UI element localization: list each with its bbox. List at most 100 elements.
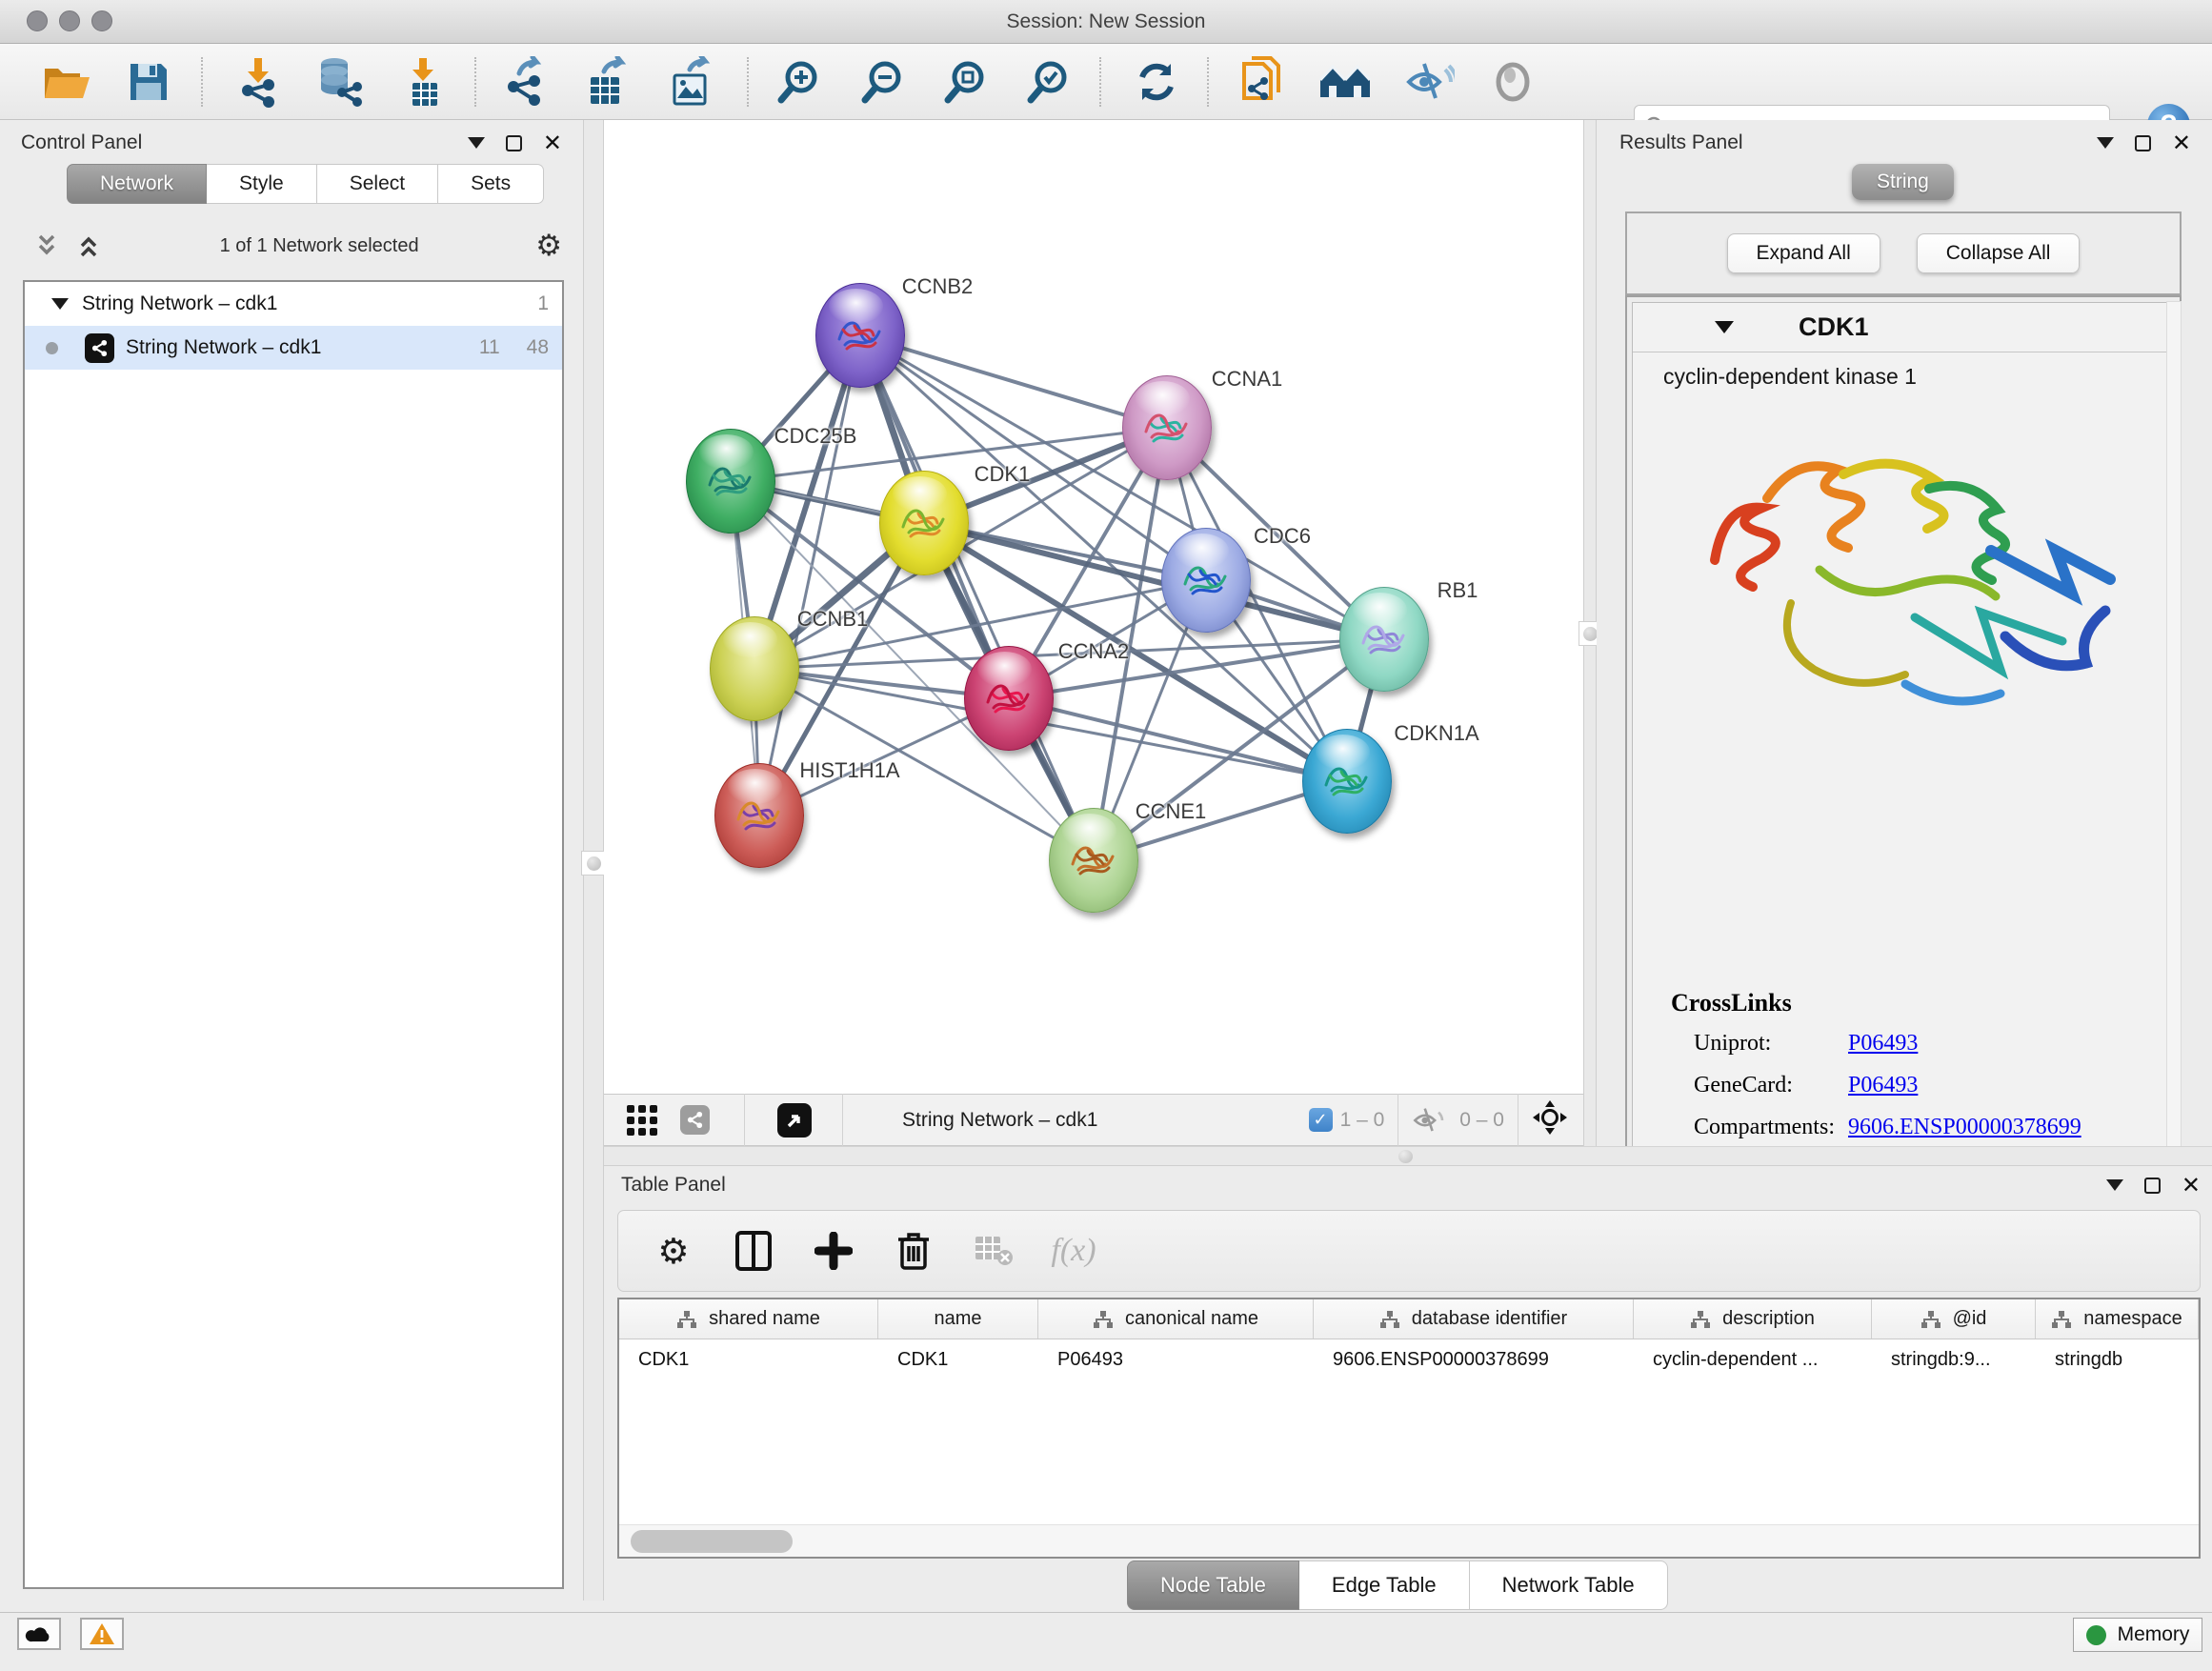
collapse-panel-icon[interactable] <box>2106 1179 2123 1191</box>
refresh-view-button[interactable] <box>1130 55 1183 109</box>
network-node-CDC6[interactable] <box>1161 528 1251 633</box>
right-splitter[interactable] <box>1583 120 1597 1146</box>
export-network-button[interactable] <box>499 55 553 109</box>
network-node-CCNB2[interactable] <box>815 283 905 388</box>
collapse-all-button[interactable]: Collapse All <box>1917 233 2081 273</box>
pan-mode-icon[interactable] <box>1532 1099 1568 1140</box>
delete-column-trash-icon[interactable] <box>893 1230 935 1272</box>
import-network-database-button[interactable] <box>312 55 365 109</box>
protein-thumbnail-CDC6 <box>1176 552 1237 613</box>
column-header-shared-name[interactable]: shared name <box>619 1299 878 1339</box>
crosslink-link[interactable]: 9606.ENSP00000378699 <box>1848 1115 2081 1140</box>
column-header--id[interactable]: @id <box>1872 1299 2036 1339</box>
network-node-CCNA1[interactable] <box>1122 375 1212 480</box>
add-column-icon[interactable] <box>813 1230 855 1272</box>
float-panel-icon[interactable] <box>2144 1178 2161 1194</box>
table-cell: CDK1 <box>878 1339 1038 1379</box>
results-scrollbar[interactable] <box>2166 301 2182 1219</box>
zoom-out-button[interactable] <box>855 55 909 109</box>
show-all-button[interactable] <box>1486 55 1539 109</box>
horizontal-splitter[interactable] <box>604 1146 2212 1166</box>
tab-network[interactable]: Network <box>67 164 207 204</box>
grid-view-icon[interactable] <box>621 1099 663 1141</box>
string-style-icon[interactable] <box>680 1105 710 1135</box>
column-header-name[interactable]: name <box>878 1299 1038 1339</box>
edge-CCNB2-CCNA1[interactable] <box>860 335 1167 428</box>
tab-node-table[interactable]: Node Table <box>1127 1560 1299 1610</box>
birds-eye-view-toggle[interactable] <box>777 1103 812 1137</box>
network-node-HIST1H1A[interactable] <box>714 763 804 868</box>
section-expander-icon[interactable] <box>1715 321 1734 333</box>
node-count: 11 <box>479 336 500 359</box>
save-session-button[interactable] <box>122 55 175 109</box>
tab-network-table[interactable]: Network Table <box>1470 1560 1668 1610</box>
memory-button[interactable]: Memory <box>2073 1618 2202 1652</box>
float-panel-icon[interactable] <box>506 135 522 151</box>
edge-CCNB2-HIST1H1A[interactable] <box>759 335 860 815</box>
tab-string[interactable]: String <box>1852 164 1954 200</box>
import-network-file-button[interactable] <box>231 55 285 109</box>
close-panel-icon[interactable]: ✕ <box>543 135 562 151</box>
crosslink-link[interactable]: P06493 <box>1848 1031 1918 1057</box>
collapse-panel-icon[interactable] <box>468 137 485 149</box>
table-horizontal-scrollbar[interactable] <box>619 1524 2199 1557</box>
crosslink-row: Uniprot:P06493 <box>1671 1031 2081 1057</box>
protein-thumbnail-CDKN1A <box>1317 753 1377 814</box>
gene-section-header[interactable]: CDK1 <box>1633 303 2174 352</box>
export-table-button[interactable] <box>581 55 634 109</box>
network-node-CDKN1A[interactable] <box>1302 729 1392 834</box>
app-window: Session: New Session <box>0 0 2212 1671</box>
node-label-CCNA1: CCNA1 <box>1212 367 1283 392</box>
network-node-CCNB1[interactable] <box>710 616 799 721</box>
network-label: String Network – cdk1 <box>126 336 321 359</box>
network-node-CCNE1[interactable] <box>1049 808 1138 913</box>
cloud-services-button[interactable] <box>17 1618 61 1650</box>
show-columns-icon[interactable] <box>733 1230 774 1272</box>
left-splitter[interactable] <box>583 120 604 1601</box>
open-session-button[interactable] <box>40 55 93 109</box>
tab-select[interactable]: Select <box>317 164 438 204</box>
results-actions-box: Expand All Collapse All <box>1625 211 2182 295</box>
network-node-CCNA2[interactable] <box>964 646 1054 751</box>
close-panel-icon[interactable]: ✕ <box>2182 1178 2201 1194</box>
float-panel-icon[interactable] <box>2135 135 2151 151</box>
left-splitter-handle[interactable] <box>581 851 606 876</box>
tree-expander-icon[interactable] <box>51 298 69 310</box>
network-node-CDC25B[interactable] <box>686 429 775 534</box>
warnings-button[interactable] <box>80 1618 124 1650</box>
network-options-gear-icon[interactable]: ⚙ <box>535 232 562 261</box>
node-label-CDC25B: CDC25B <box>774 424 857 449</box>
table-settings-gear-icon[interactable]: ⚙ <box>653 1230 694 1272</box>
column-header-description[interactable]: description <box>1634 1299 1872 1339</box>
scrollbar-thumb[interactable] <box>631 1530 793 1553</box>
network-row-selected[interactable]: String Network – cdk1 11 48 <box>25 326 562 370</box>
network-node-CDK1[interactable] <box>879 471 969 575</box>
zoom-selected-button[interactable] <box>1021 55 1075 109</box>
tab-style[interactable]: Style <box>207 164 317 204</box>
network-view-dot-icon <box>46 342 58 354</box>
export-image-button[interactable] <box>665 55 718 109</box>
new-network-from-selection-button[interactable] <box>1235 55 1288 109</box>
tab-edge-table[interactable]: Edge Table <box>1299 1560 1470 1610</box>
column-header-namespace[interactable]: namespace <box>2036 1299 2199 1339</box>
network-canvas[interactable]: CCNB2CCNA1CDC25BCDK1CDC6RB1CCNB1CCNA2CDK… <box>604 120 1583 1094</box>
collapse-panel-icon[interactable] <box>2097 137 2114 149</box>
zoom-fit-button[interactable] <box>938 55 992 109</box>
column-header-canonical-name[interactable]: canonical name <box>1038 1299 1314 1339</box>
column-header-database-identifier[interactable]: database identifier <box>1314 1299 1634 1339</box>
import-table-button[interactable] <box>396 55 450 109</box>
tab-sets[interactable]: Sets <box>438 164 544 204</box>
table-row[interactable]: CDK1CDK1P064939606.ENSP00000378699cyclin… <box>619 1339 2199 1379</box>
zoom-in-button[interactable] <box>772 55 825 109</box>
collapse-all-tree-icon[interactable] <box>74 233 103 258</box>
hide-selection-button[interactable] <box>1402 55 1456 109</box>
network-collection-row[interactable]: String Network – cdk1 1 <box>25 282 562 326</box>
first-neighbors-button[interactable] <box>1318 55 1372 109</box>
close-panel-icon[interactable]: ✕ <box>2172 135 2191 151</box>
horizontal-splitter-handle[interactable] <box>1398 1150 1413 1163</box>
selected-checkbox-icon[interactable]: ✓ <box>1309 1108 1333 1132</box>
network-node-RB1[interactable] <box>1339 587 1429 692</box>
expand-all-button[interactable]: Expand All <box>1727 233 1880 273</box>
crosslink-link[interactable]: P06493 <box>1848 1073 1918 1098</box>
expand-all-tree-icon[interactable] <box>32 233 61 258</box>
